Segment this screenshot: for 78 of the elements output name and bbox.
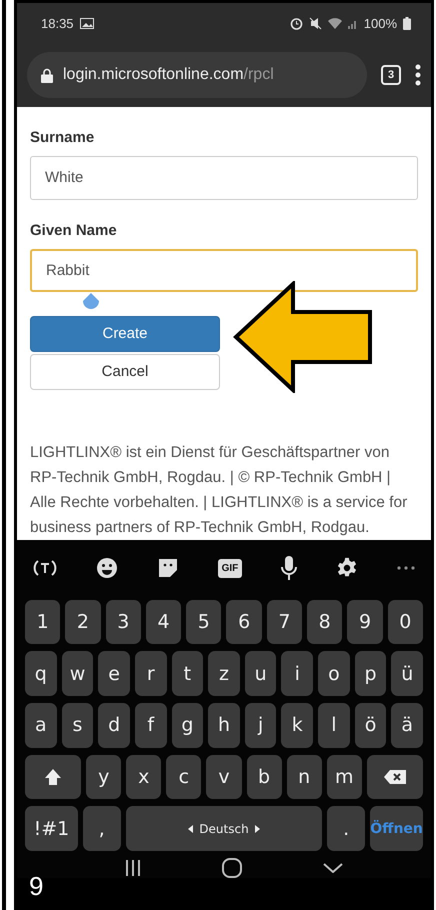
settings-icon[interactable] (336, 557, 358, 580)
keyboard-key[interactable]: y (86, 754, 122, 800)
keyboard-key[interactable]: p (354, 651, 386, 696)
keyboard-key[interactable]: b (246, 754, 282, 800)
symbols-key[interactable]: !#1 (25, 806, 78, 852)
keyboard-key[interactable]: 0 (388, 600, 423, 644)
keyboard-key[interactable]: 9 (347, 600, 383, 644)
keyboard-key[interactable]: g (172, 702, 204, 748)
battery-icon (403, 16, 411, 30)
create-button[interactable]: Create (30, 316, 220, 352)
comma-key[interactable]: , (82, 806, 121, 852)
keyboard-key[interactable]: 2 (65, 600, 101, 644)
keyboard-key[interactable]: s (62, 702, 94, 748)
keyboard-key[interactable]: 7 (266, 600, 302, 644)
left-arrow-icon (188, 824, 194, 833)
keyboard-key[interactable]: z (208, 651, 240, 696)
keyboard-key[interactable]: j (244, 702, 276, 748)
microphone-icon[interactable] (281, 556, 298, 580)
lock-icon (41, 68, 53, 82)
cancel-button[interactable]: Cancel (30, 354, 220, 390)
menu-icon[interactable] (415, 64, 421, 86)
more-icon[interactable] (396, 566, 415, 570)
arrow-icon (233, 281, 373, 393)
sticker-icon[interactable] (156, 557, 179, 580)
space-key[interactable]: Deutsch (126, 806, 322, 852)
keyboard-key[interactable]: i (281, 651, 314, 696)
address-bar[interactable]: login.microsoftonline.com/rpcl (27, 52, 367, 98)
gif-button[interactable]: GIF (218, 558, 242, 578)
keyboard-key[interactable]: u (244, 651, 276, 696)
keyboard-key[interactable]: t (172, 651, 204, 696)
keyboard-key[interactable]: f (134, 702, 167, 748)
keyboard-key[interactable]: n (286, 754, 322, 800)
keyboard-key[interactable]: a (25, 702, 57, 748)
keyboard-key[interactable]: w (62, 651, 94, 696)
backspace-key[interactable] (366, 754, 423, 800)
keyboard-key[interactable]: ö (354, 702, 386, 748)
clock-time: 18:35 (41, 16, 74, 30)
keyboard-key[interactable]: q (25, 651, 57, 696)
field-label: Given Name (30, 222, 118, 238)
smiley-icon[interactable] (96, 557, 118, 580)
keyboard-key[interactable]: e (98, 651, 130, 696)
keyboard-key[interactable]: ä (391, 702, 424, 748)
keyboard-key[interactable]: r (134, 651, 167, 696)
keyboard-key[interactable]: 1 (25, 600, 60, 644)
recent-apps-icon[interactable] (125, 860, 142, 876)
text-field[interactable]: Rabbit (30, 248, 418, 292)
keyboard-key[interactable]: c (166, 754, 202, 800)
battery-level: 100% (364, 16, 397, 30)
shift-key[interactable] (25, 754, 82, 800)
shift-icon (44, 768, 62, 786)
mute-icon (308, 16, 322, 30)
footer-text: LIGHTLINX® ist ein Dienst für Geschäftspartner von RP-Technik GmbH, Rogdau. | © RP-Technik GmbH | Alle Rechte vorbehalten. | LIGHTLINX® is a service for business partners of RP-Technik GmbH, Rodgau. (30, 442, 408, 538)
keyboard-key[interactable]: d (98, 702, 130, 748)
text-field[interactable]: White (30, 156, 418, 200)
keyboard-key[interactable]: ü (391, 651, 424, 696)
keyboard-key[interactable]: x (126, 754, 162, 800)
alarm-icon (290, 16, 303, 30)
field-label: Surname (30, 129, 96, 146)
backspace-icon (384, 770, 406, 784)
keyboard-key[interactable]: 5 (186, 600, 222, 644)
wifi-icon (328, 17, 342, 29)
keyboard-key[interactable]: v (206, 754, 242, 800)
image-icon (80, 18, 94, 28)
home-icon[interactable] (222, 858, 242, 878)
keyboard-key[interactable]: m (326, 754, 362, 800)
keyboard-key[interactable]: 8 (307, 600, 342, 644)
keyboard-key[interactable]: l (318, 702, 350, 748)
tab-count-button[interactable]: 3 (381, 65, 401, 85)
step-number: 9 (29, 871, 44, 902)
keyboard-key[interactable]: 3 (106, 600, 141, 644)
keyboard-key[interactable]: o (318, 651, 350, 696)
keyboard-key[interactable]: 6 (226, 600, 262, 644)
keyboard-key[interactable]: h (208, 702, 240, 748)
period-key[interactable]: . (327, 806, 366, 852)
right-arrow-icon (254, 824, 260, 833)
keyboard-key[interactable]: 4 (146, 600, 182, 644)
keyboard-key[interactable]: k (281, 702, 314, 748)
chevron-down-icon[interactable] (322, 863, 343, 874)
